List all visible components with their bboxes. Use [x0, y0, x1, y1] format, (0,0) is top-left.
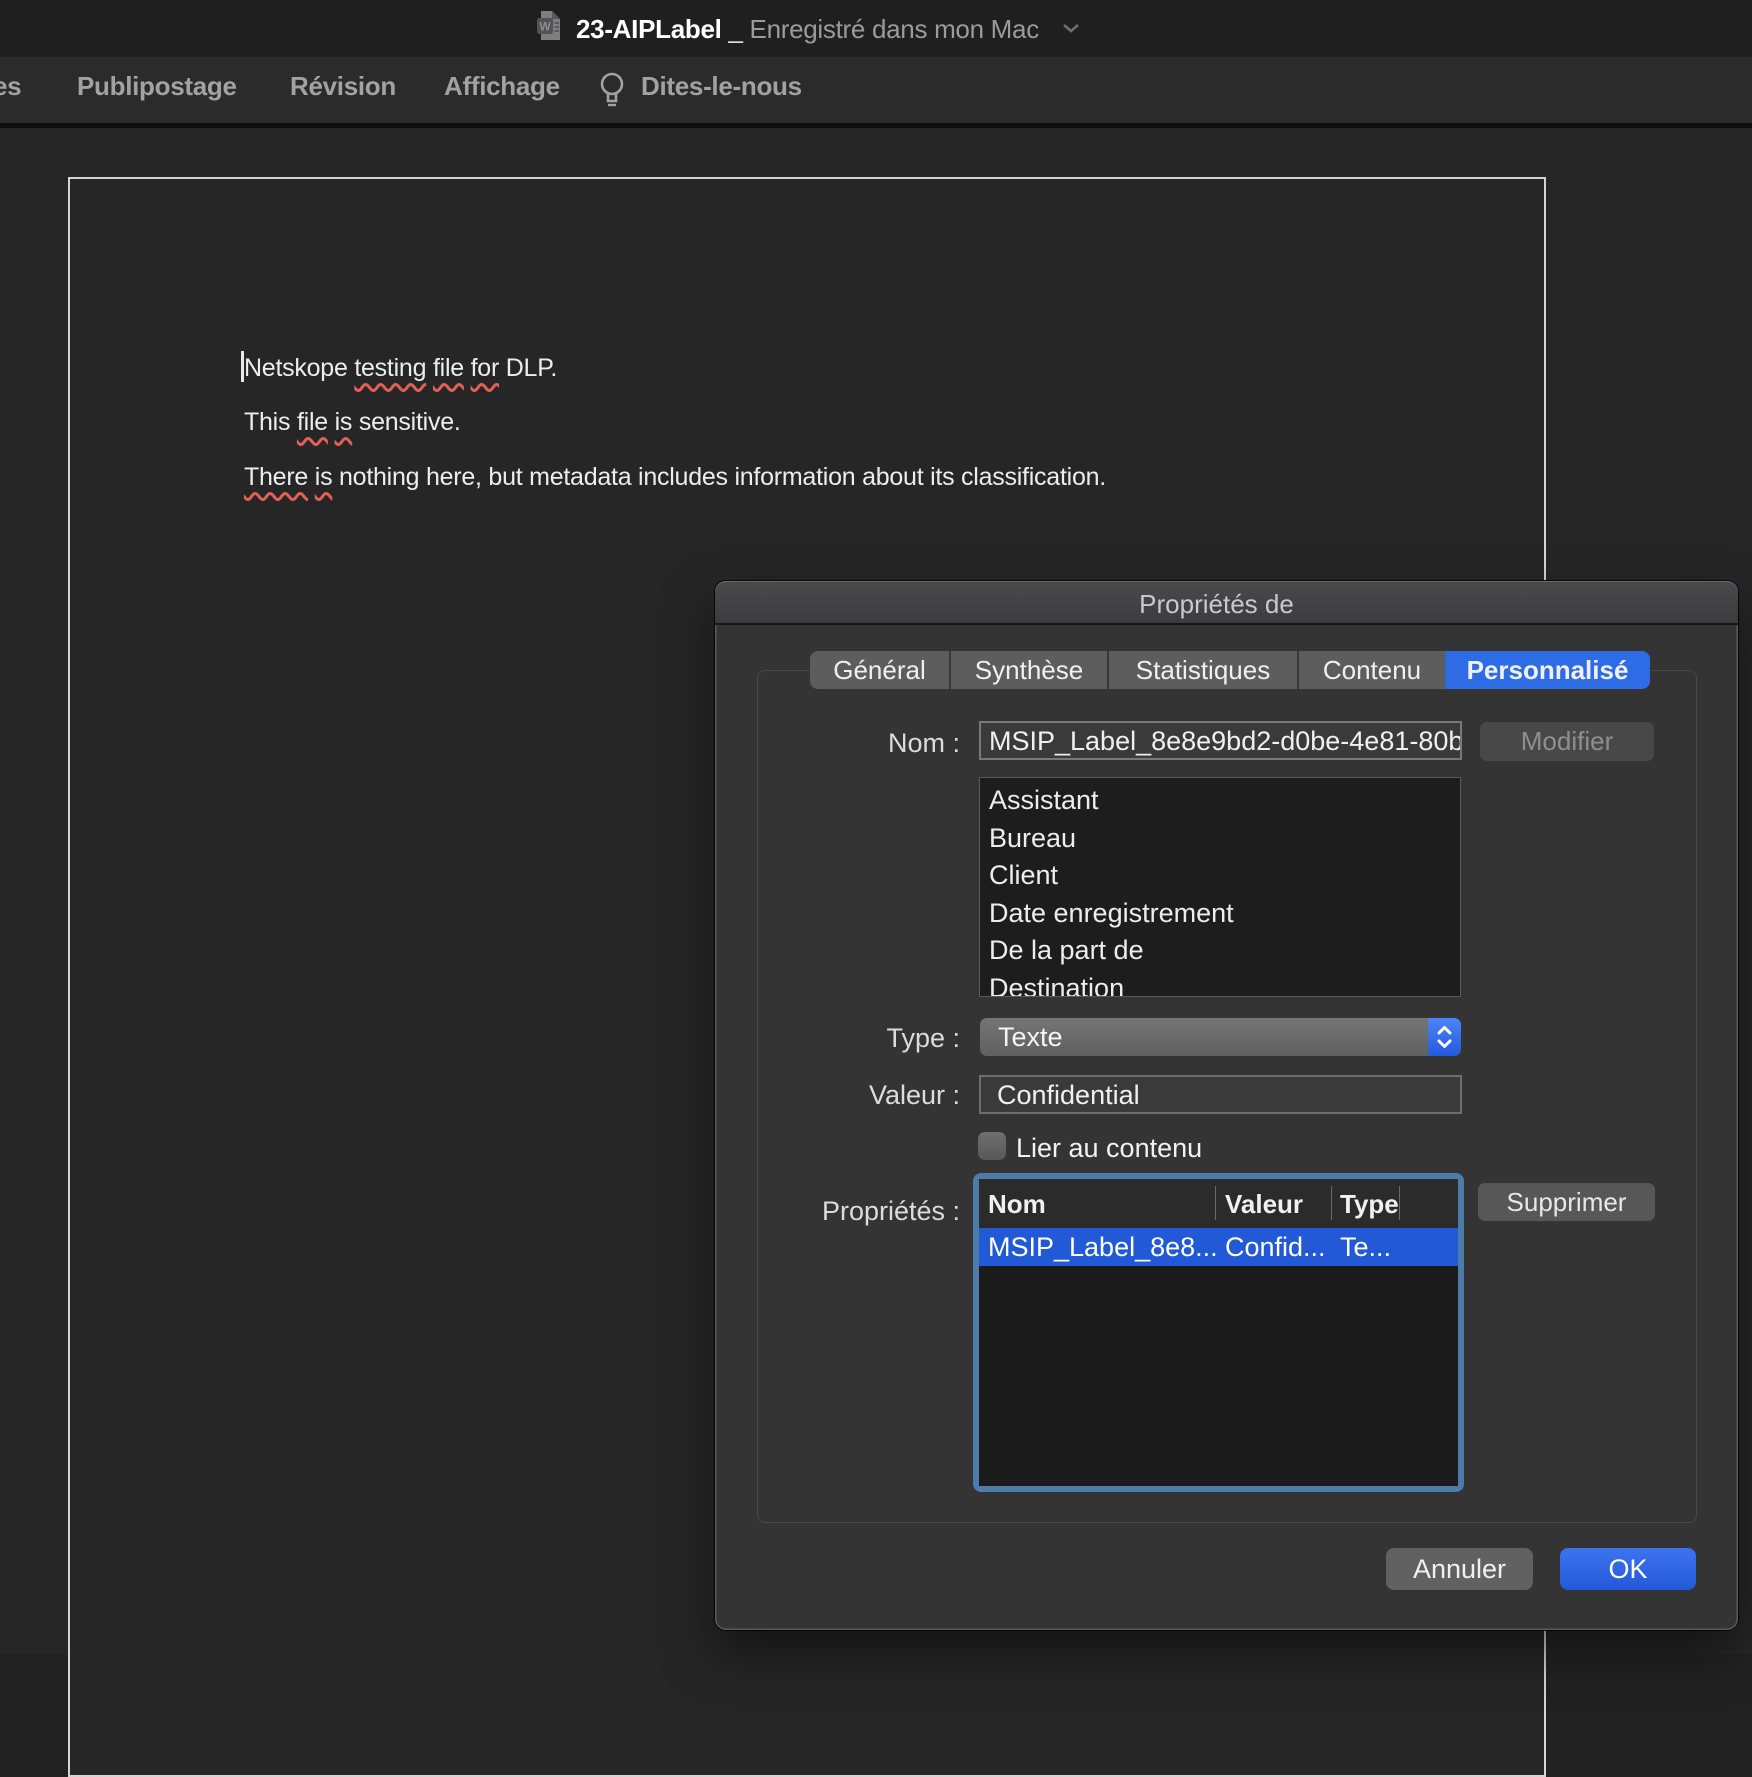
svg-text:W: W	[539, 20, 551, 34]
